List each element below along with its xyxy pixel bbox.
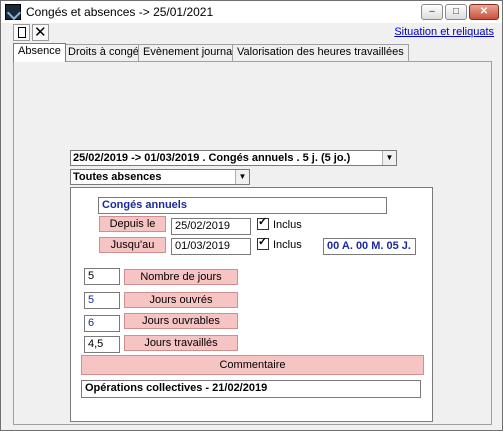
end-date-button[interactable]: Jusqu'au: [99, 237, 166, 253]
start-date-field[interactable]: 25/02/2019: [171, 218, 251, 235]
jours-travailles-button[interactable]: Jours travaillés: [124, 335, 238, 351]
close-button[interactable]: ✕: [469, 4, 499, 20]
absence-detail-panel: Congés annuels Depuis le 25/02/2019 ✓ Inc…: [70, 187, 433, 422]
start-date-button[interactable]: Depuis le: [99, 216, 166, 232]
chevron-down-icon[interactable]: ▼: [235, 170, 249, 184]
commentaire-field[interactable]: Opérations collectives - 21/02/2019: [81, 380, 421, 398]
jours-ouvrables-value[interactable]: 6: [84, 315, 120, 332]
start-inclus-label: Inclus: [273, 219, 302, 231]
maximize-button[interactable]: □: [445, 4, 467, 20]
window-title: Congés et absences -> 25/01/2021: [26, 5, 214, 19]
jours-travailles-value[interactable]: 4,5: [84, 336, 120, 353]
tab-valorisation-heures[interactable]: Valorisation des heures travaillées: [232, 44, 409, 61]
close-icon: ✕: [479, 6, 489, 17]
jours-ouvres-value[interactable]: 5: [84, 292, 120, 309]
absence-filter-value: Toutes absences: [73, 171, 162, 183]
chevron-down-icon[interactable]: ▼: [382, 151, 396, 165]
commentaire-button[interactable]: Commentaire: [81, 355, 424, 375]
checkbox-icon: ✓: [257, 216, 269, 230]
check-icon: ✓: [258, 236, 268, 248]
start-inclus-checkbox[interactable]: ✓ Inclus: [257, 216, 302, 232]
nombre-jours-button[interactable]: Nombre de jours: [124, 269, 238, 285]
absence-filter-select[interactable]: Toutes absences ▼: [70, 169, 250, 185]
jours-ouvrables-button[interactable]: Jours ouvrables: [124, 313, 238, 329]
duration-field: 00 A. 00 M. 05 J.: [323, 238, 416, 255]
minimize-button[interactable]: –: [421, 4, 443, 20]
minimize-icon: –: [429, 6, 435, 17]
checkbox-icon: ✓: [257, 236, 269, 250]
period-select[interactable]: 25/02/2019 -> 01/03/2019 . Congés annuel…: [70, 150, 397, 166]
maximize-icon: □: [452, 6, 460, 17]
app-window: Congés et absences -> 25/01/2021 – □ ✕ ✕…: [0, 0, 503, 431]
absence-type-field[interactable]: Congés annuels: [98, 197, 387, 214]
new-button[interactable]: [13, 24, 30, 41]
nombre-jours-value[interactable]: 5: [84, 268, 120, 285]
tab-droits-conges[interactable]: Droits à congés: [63, 44, 150, 61]
period-select-value: 25/02/2019 -> 01/03/2019 . Congés annuel…: [73, 152, 351, 164]
end-inclus-label: Inclus: [273, 239, 302, 251]
close-x-icon: ✕: [34, 24, 47, 41]
tab-absence[interactable]: Absence: [13, 43, 66, 62]
end-date-field[interactable]: 01/03/2019: [171, 238, 251, 255]
app-icon: [5, 4, 21, 20]
jours-ouvres-button[interactable]: Jours ouvrés: [124, 292, 238, 308]
check-icon: ✓: [258, 216, 268, 228]
delete-button[interactable]: ✕: [32, 24, 49, 41]
new-document-icon: [18, 27, 26, 38]
end-inclus-checkbox[interactable]: ✓ Inclus: [257, 236, 302, 252]
situation-reliquats-link[interactable]: Situation et reliquats: [394, 26, 494, 38]
title-bar[interactable]: Congés et absences -> 25/01/2021 – □ ✕: [1, 1, 502, 23]
